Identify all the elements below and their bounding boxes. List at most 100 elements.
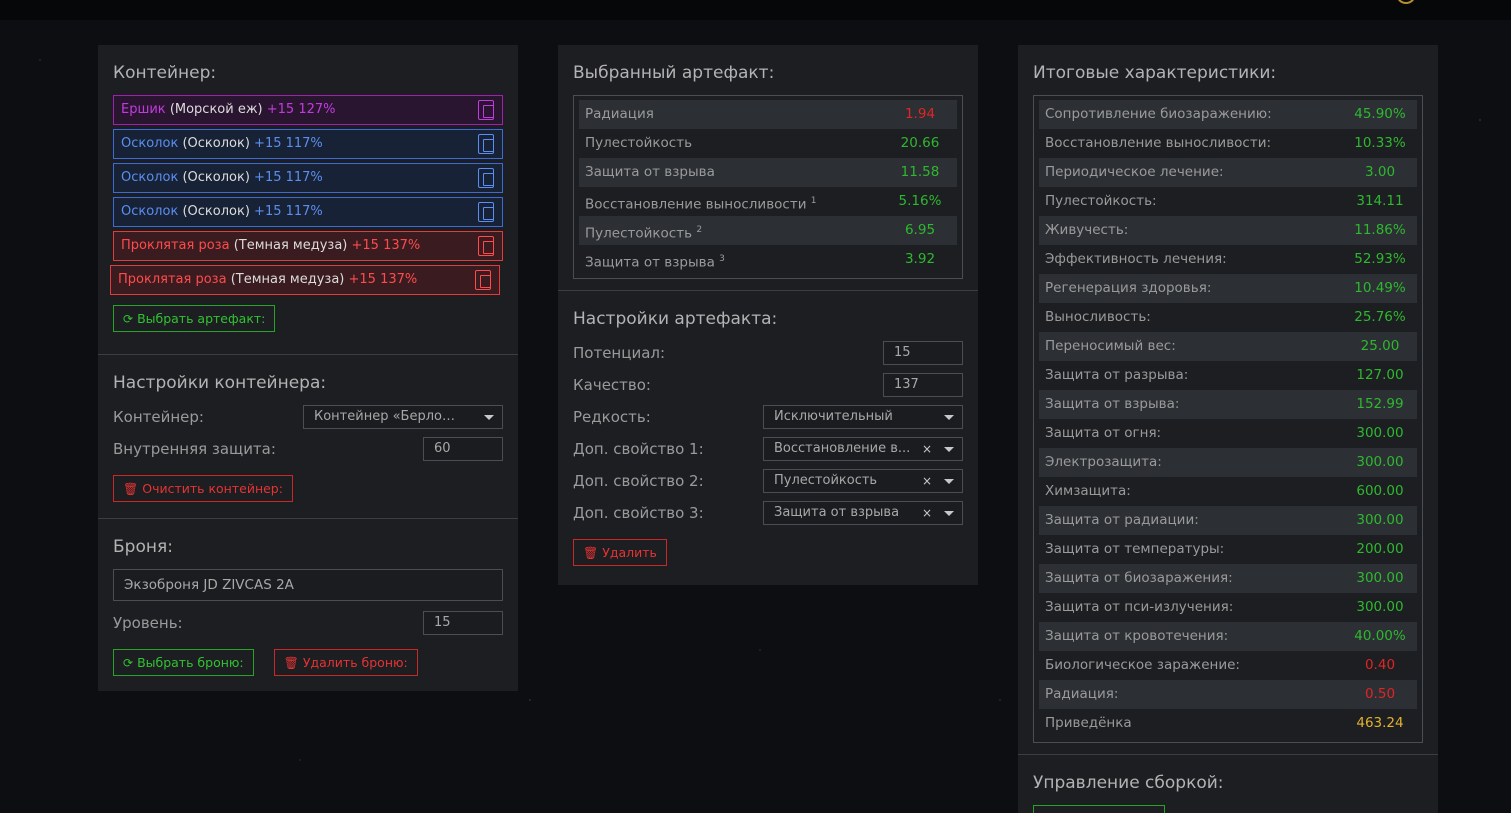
stat-value: 40.00% bbox=[1354, 628, 1406, 644]
delete-artifact-button[interactable]: 🗑 Удалить bbox=[573, 539, 667, 566]
select-armor-button[interactable]: ⟳ Выбрать броню: bbox=[113, 649, 254, 676]
stat-label: Защита от взрыва bbox=[585, 164, 715, 180]
totals-section: Итоговые характеристики: Сопротивление б… bbox=[1018, 45, 1438, 755]
container-item[interactable]: Проклятая роза (Темная медуза) +15 137% bbox=[113, 231, 503, 261]
stat-label: Защита от радиации: bbox=[1045, 512, 1199, 528]
armor-title: Броня: bbox=[113, 537, 173, 557]
stat-row: Эффективность лечения: 52.93% bbox=[1039, 245, 1417, 274]
item-name: Проклятая роза bbox=[118, 272, 227, 287]
stat-value: 0.50 bbox=[1364, 686, 1396, 702]
rarity-select[interactable]: Исключительный bbox=[763, 405, 963, 429]
stat-value: 25.00 bbox=[1360, 338, 1400, 354]
inner-protection-row: Внутренняя защита: 60 bbox=[113, 437, 503, 461]
extra2-select[interactable]: Пулестойкость × bbox=[763, 469, 963, 493]
stat-label: Защита от температуры: bbox=[1045, 541, 1225, 557]
quality-input[interactable]: 137 bbox=[883, 373, 963, 397]
build-button-edge[interactable] bbox=[1033, 805, 1165, 813]
item-name: Осколок bbox=[121, 204, 179, 219]
container-item[interactable]: Ершик (Морской еж) +15 127% bbox=[113, 95, 503, 125]
totals-stats-table: Сопротивление биозаражению: 45.90% Восстан… bbox=[1033, 95, 1423, 743]
potential-input[interactable]: 15 bbox=[883, 341, 963, 365]
quality-label: Качество: bbox=[573, 376, 651, 394]
stat-value: 3.92 bbox=[904, 251, 936, 267]
stat-value: 11.86% bbox=[1354, 222, 1406, 238]
copy-icon[interactable] bbox=[478, 134, 494, 154]
stat-value: 300.00 bbox=[1356, 425, 1404, 441]
stat-value: 11.58 bbox=[900, 164, 940, 180]
stat-row: Радиация 1.94 bbox=[579, 100, 957, 129]
trash-icon: 🗑 bbox=[583, 546, 599, 560]
item-name: Осколок bbox=[121, 170, 179, 185]
container-select[interactable]: Контейнер «Берлога... bbox=[303, 405, 503, 429]
copy-icon[interactable] bbox=[478, 100, 494, 120]
armor-input[interactable]: Экзоброня JD ZIVCAS 2A bbox=[113, 569, 503, 601]
armor-level-input[interactable]: 15 bbox=[423, 611, 503, 635]
stat-row: Переносимый вес: 25.00 bbox=[1039, 332, 1417, 361]
clear-icon[interactable]: × bbox=[922, 502, 932, 524]
extra2-label: Доп. свойство 2: bbox=[573, 472, 704, 490]
extra3-row: Доп. свойство 3: Защита от взрыва × bbox=[573, 501, 963, 525]
container-item[interactable]: Осколок (Осколок) +15 117% bbox=[113, 197, 503, 227]
stat-value: 200.00 bbox=[1356, 541, 1404, 557]
stat-row: Сопротивление биозаражению: 45.90% bbox=[1039, 100, 1417, 129]
clear-icon[interactable]: × bbox=[922, 470, 932, 492]
stat-value: 52.93% bbox=[1354, 251, 1406, 267]
stat-value: 300.00 bbox=[1356, 454, 1404, 470]
stat-label: Защита от взрыва: bbox=[1045, 396, 1180, 412]
build-title: Управление сборкой: bbox=[1033, 773, 1224, 793]
stat-label: Пулестойкость: bbox=[1045, 193, 1157, 209]
container-item[interactable]: Осколок (Осколок) +15 117% bbox=[113, 129, 503, 159]
chevron-down-icon bbox=[944, 447, 954, 452]
stat-label: Защита от биозаражения: bbox=[1045, 570, 1233, 586]
item-level: +15 137% bbox=[348, 272, 418, 287]
stat-label: Регенерация здоровья: bbox=[1045, 280, 1212, 296]
extra1-row: Доп. свойство 1: Восстановление в... × bbox=[573, 437, 963, 461]
artifact-settings-section: Настройки артефакта: Потенциал: 15 Качес… bbox=[558, 291, 978, 580]
extra3-select[interactable]: Защита от взрыва × bbox=[763, 501, 963, 525]
clear-icon[interactable]: × bbox=[922, 438, 932, 460]
stat-row: Радиация: 0.50 bbox=[1039, 680, 1417, 709]
coin-icon[interactable] bbox=[1396, 0, 1416, 4]
totals-title: Итоговые характеристики: bbox=[1033, 63, 1277, 83]
container-row: Контейнер: Контейнер «Берлога... bbox=[113, 405, 503, 429]
stat-value: 127.00 bbox=[1356, 367, 1404, 383]
item-base: (Осколок) bbox=[182, 204, 250, 219]
stat-row: Живучесть: 11.86% bbox=[1039, 216, 1417, 245]
inner-protection-input[interactable]: 60 bbox=[423, 437, 503, 461]
stat-footnote: 2 bbox=[696, 225, 703, 235]
stat-label: Защита от разрыва: bbox=[1045, 367, 1189, 383]
stat-value: 10.33% bbox=[1354, 135, 1406, 151]
stat-label: Выносливость: bbox=[1045, 309, 1151, 325]
container-panel: Контейнер: Ершик (Морской еж) +15 127% Ос… bbox=[98, 45, 518, 691]
stat-row: Восстановление выносливости: 10.33% bbox=[1039, 129, 1417, 158]
select-artifact-button[interactable]: ⟳ Выбрать артефакт: bbox=[113, 305, 276, 332]
stat-label: Сопротивление биозаражению: bbox=[1045, 106, 1272, 122]
clear-container-button[interactable]: 🗑 Очистить контейнер: bbox=[113, 475, 293, 502]
item-level: +15 117% bbox=[254, 170, 323, 185]
stat-value: 1.94 bbox=[904, 106, 936, 122]
stat-label: Эффективность лечения: bbox=[1045, 251, 1227, 267]
copy-icon[interactable] bbox=[478, 236, 494, 256]
container-settings-title: Настройки контейнера: bbox=[113, 373, 327, 393]
stat-row: Пулестойкость 2 6.95 bbox=[579, 216, 957, 245]
copy-icon[interactable] bbox=[475, 270, 491, 290]
armor-section: Броня: Экзоброня JD ZIVCAS 2A Уровень: 1… bbox=[98, 519, 518, 690]
extra1-select[interactable]: Восстановление в... × bbox=[763, 437, 963, 461]
copy-icon[interactable] bbox=[478, 168, 494, 188]
stat-row: Защита от биозаражения: 300.00 bbox=[1039, 564, 1417, 593]
stat-value: 300.00 bbox=[1356, 570, 1404, 586]
container-item[interactable]: Осколок (Осколок) +15 117% bbox=[113, 163, 503, 193]
chevron-down-icon bbox=[484, 415, 494, 420]
rarity-row: Редкость: Исключительный bbox=[573, 405, 963, 429]
container-item[interactable]: Проклятая роза (Темная медуза) +15 137% bbox=[110, 265, 500, 295]
stat-value: 3.00 bbox=[1364, 164, 1396, 180]
artifact-settings-title: Настройки артефакта: bbox=[573, 309, 778, 329]
delete-armor-button[interactable]: 🗑 Удалить броню: bbox=[273, 649, 418, 676]
totals-panel: Итоговые характеристики: Сопротивление б… bbox=[1018, 45, 1438, 813]
stat-row: Защита от пси-излучения: 300.00 bbox=[1039, 593, 1417, 622]
extra2-row: Доп. свойство 2: Пулестойкость × bbox=[573, 469, 963, 493]
trash-icon: 🗑 bbox=[283, 656, 299, 670]
copy-icon[interactable] bbox=[478, 202, 494, 222]
item-level: +15 117% bbox=[254, 136, 323, 151]
stat-row: Защита от взрыва 3 3.92 bbox=[579, 245, 957, 274]
